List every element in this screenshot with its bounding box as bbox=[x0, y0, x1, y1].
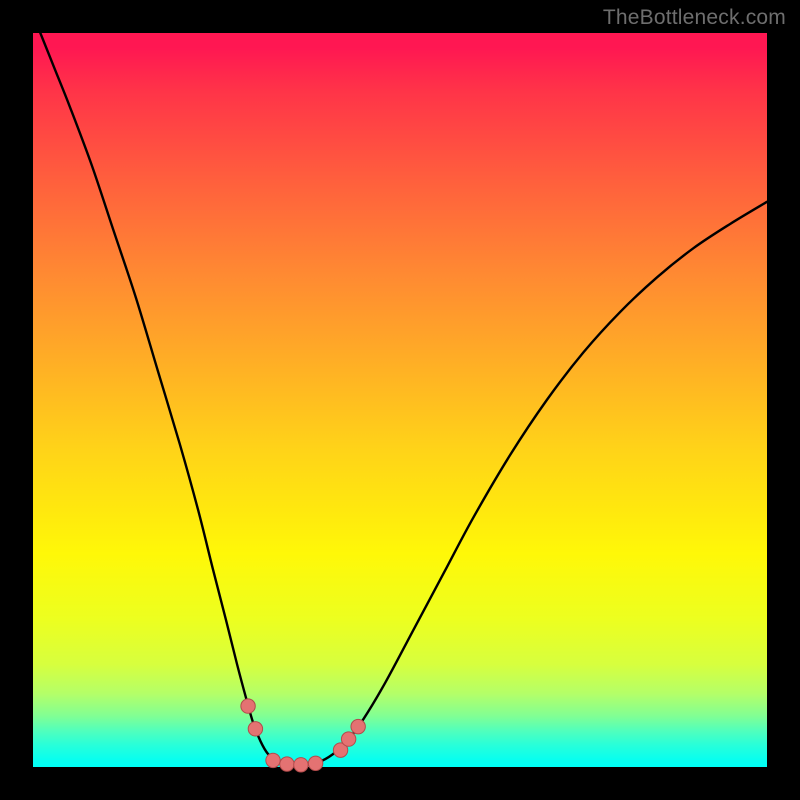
bottleneck-curve bbox=[40, 33, 767, 765]
curve-marker bbox=[241, 699, 255, 713]
curve-marker bbox=[248, 722, 262, 736]
curve-marker bbox=[341, 732, 355, 746]
curve-marker bbox=[280, 757, 294, 771]
watermark-text: TheBottleneck.com bbox=[603, 6, 786, 30]
curve-marker bbox=[266, 753, 280, 767]
curve-marker bbox=[351, 719, 365, 733]
plot-area bbox=[33, 33, 767, 767]
curve-marker bbox=[294, 758, 308, 772]
chart-svg bbox=[33, 33, 767, 767]
curve-marker bbox=[308, 756, 322, 770]
chart-frame: TheBottleneck.com bbox=[0, 0, 800, 800]
curve-markers bbox=[241, 699, 365, 772]
